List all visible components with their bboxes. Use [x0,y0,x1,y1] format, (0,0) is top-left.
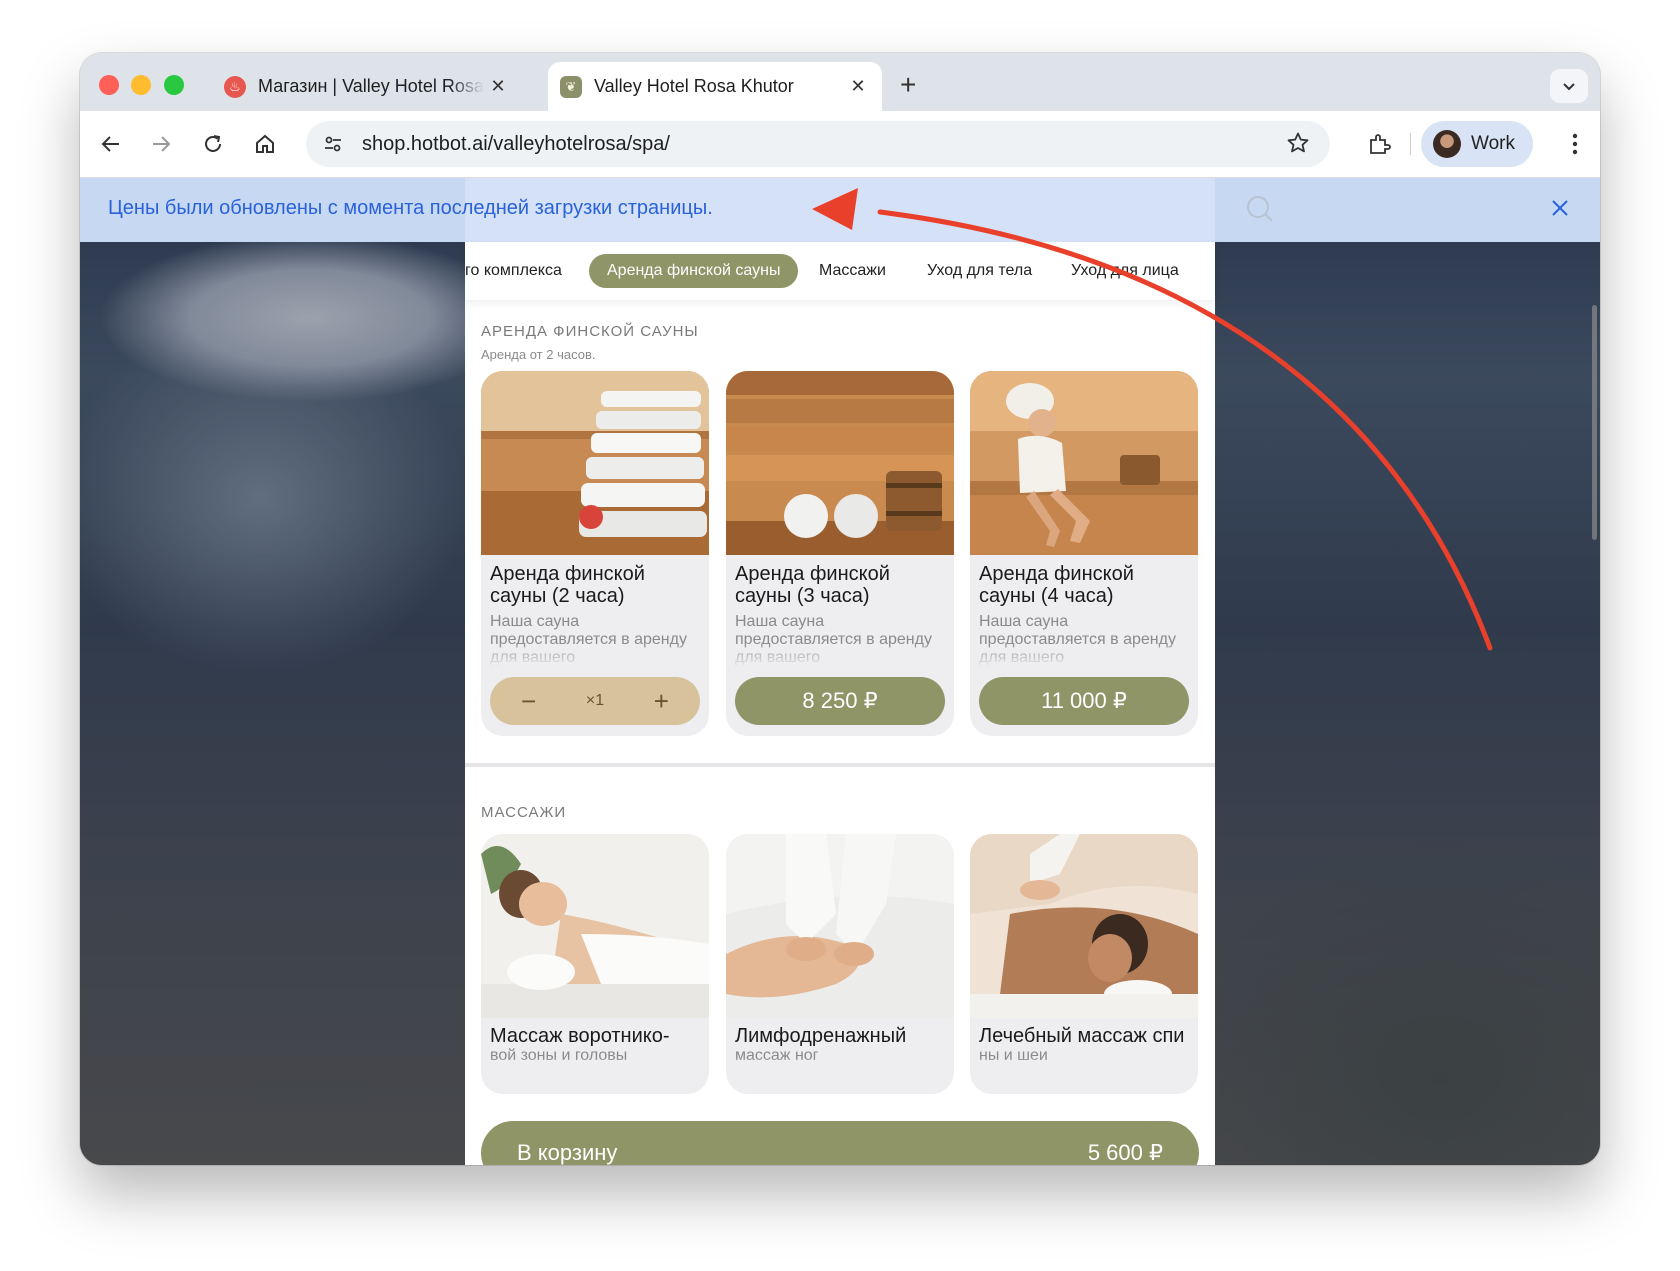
product-card-neck-massage[interactable]: Массаж воротнико- вой зоны и головы [481,834,709,1094]
tab-search-button[interactable] [1550,69,1588,103]
category-complex[interactable]: го комплекса [465,254,562,288]
profile-label: Work [1471,133,1515,154]
home-icon [256,134,274,153]
cart-label: В корзину [517,1140,618,1165]
bookmark-star-icon[interactable] [1286,131,1310,160]
sauna-section-subtitle: Аренда от 2 часов. [481,347,596,362]
product-description: массаж ног [735,1047,819,1064]
product-title: Аренда финской сауны (4 часа) [979,563,1134,607]
browser-menu-button[interactable] [1560,125,1590,163]
product-description: ны и шеи [979,1047,1048,1064]
product-title: Лечебный массаж спи [979,1025,1185,1047]
add-to-cart-price-button[interactable]: 11 000 ₽ [979,677,1189,725]
browser-window: ♨ Магазин | Valley Hotel Rosa Khutor ✕ ❦… [80,53,1600,1165]
product-description: Наша сауна предоставляется в аренду для … [979,613,1176,666]
add-to-cart-price-button[interactable]: 8 250 ₽ [735,677,945,725]
go-to-cart-button[interactable]: В корзину 5 600 ₽ [481,1121,1199,1165]
close-notice-button[interactable] [1550,198,1570,223]
shop-search-icon[interactable] [1245,194,1275,229]
web-viewport: Цены были обновлены с момента последней … [80,178,1600,1165]
category-body-care[interactable]: Уход для тела [927,254,1032,288]
product-card-therapeutic-massage[interactable]: Лечебный массаж спи ны и шеи [970,834,1198,1094]
toolbar-separator [1410,133,1411,155]
back-button[interactable] [92,125,130,163]
forward-arrow-icon [153,136,171,152]
maximize-window-button[interactable] [164,75,184,95]
notice-text: Цены были обновлены с момента последней … [108,197,713,219]
puzzle-icon [1370,134,1391,154]
increment-button[interactable]: + [641,686,681,717]
extensions-button[interactable] [1360,125,1398,163]
home-button[interactable] [246,125,284,163]
new-tab-icon[interactable]: + [900,69,916,101]
page-scrollbar[interactable] [1592,305,1597,540]
close-tab-icon[interactable]: ✕ [484,76,512,97]
reload-button[interactable] [194,125,232,163]
back-arrow-icon [101,136,119,152]
hotbot-favicon-icon: ♨ [224,75,246,98]
section-divider [465,763,1215,767]
valley-hotel-favicon-icon: ❦ [560,75,582,98]
category-face-care[interactable]: Уход для лица [1071,254,1179,288]
product-card-sauna-4h[interactable]: Аренда финской сауны (4 часа) Наша сауна… [970,371,1198,736]
product-title: Аренда финской сауны (3 часа) [735,563,890,607]
address-bar[interactable]: shop.hotbot.ai/valleyhotelrosa/spa/ [306,121,1330,167]
leg-massage-image [726,834,954,1018]
category-massages[interactable]: Массажи [819,254,886,288]
reload-icon [205,135,221,152]
quantity-value: ×1 [585,692,605,709]
site-info-icon[interactable] [318,129,348,159]
decrement-button[interactable]: − [509,686,549,717]
close-window-button[interactable] [99,75,119,95]
chevron-down-icon [1563,83,1575,91]
product-title: Аренда финской сауны (2 часа) [490,563,645,607]
tab-valley-hotel[interactable]: ❦ Valley Hotel Rosa Khutor ✕ [548,62,882,111]
url-text: shop.hotbot.ai/valleyhotelrosa/spa/ [362,133,670,155]
sauna-towels-image [481,371,709,555]
quantity-stepper: − ×1 + [490,677,700,725]
more-vertical-icon [1572,133,1578,155]
product-description: Наша сауна предоставляется в аренду для … [490,613,687,666]
product-card-sauna-3h[interactable]: Аренда финской сауны (3 часа) Наша сауна… [726,371,954,736]
massage-section-title: МАССАЖИ [481,804,567,821]
woman-in-sauna-image [970,371,1198,555]
close-tab-icon[interactable]: ✕ [844,76,872,97]
sauna-bucket-image [726,371,954,555]
product-card-lymph-massage[interactable]: Лимфодренажный массаж ног [726,834,954,1094]
product-description: Наша сауна предоставляется в аренду для … [735,613,932,666]
profile-button[interactable]: Work [1421,121,1533,167]
forward-button[interactable] [142,125,180,163]
avatar [1433,130,1461,158]
head-massage-image [481,834,709,1018]
browser-toolbar: shop.hotbot.ai/valleyhotelrosa/spa/ Work [80,111,1600,178]
minimize-window-button[interactable] [131,75,151,95]
tab-strip: ♨ Магазин | Valley Hotel Rosa Khutor ✕ ❦… [80,53,1600,111]
category-nav: го комплекса Аренда финской сауны Массаж… [465,242,1215,300]
cart-total: 5 600 ₽ [1087,1140,1163,1165]
product-title: Лимфодренажный [735,1025,907,1047]
tab-title: Valley Hotel Rosa Khutor [594,76,794,96]
category-sauna-rental[interactable]: Аренда финской сауны [589,254,799,288]
product-card-sauna-2h[interactable]: Аренда финской сауны (2 часа) Наша сауна… [481,371,709,736]
close-icon [1552,200,1568,216]
tab-shop[interactable]: ♨ Магазин | Valley Hotel Rosa Khutor ✕ [212,62,522,111]
product-title: Массаж воротнико- [490,1025,670,1047]
tab-title: Магазин | Valley Hotel Rosa Khutor [258,76,484,96]
product-description: вой зоны и головы [490,1047,628,1064]
back-massage-image [970,834,1198,1018]
sauna-section-title: АРЕНДА ФИНСКОЙ САУНЫ [481,323,699,340]
